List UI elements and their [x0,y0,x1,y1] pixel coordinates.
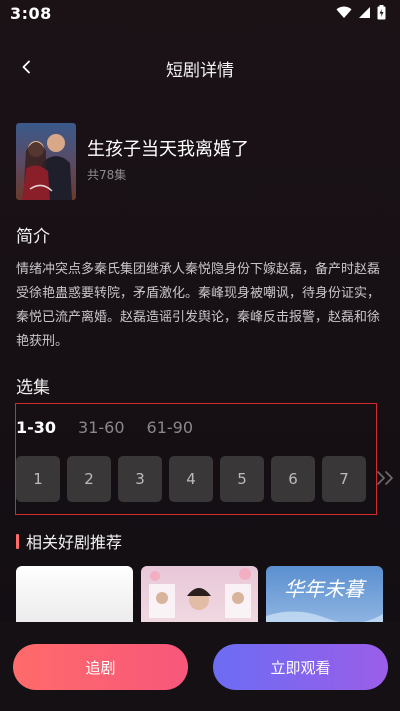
battery-icon [377,5,386,20]
episode-button-6[interactable]: 6 [271,456,315,502]
episodes-heading: 选集 [16,378,50,398]
episode-range-tabs: 1-30 31-60 61-90 [16,418,215,437]
episode-button-7[interactable]: 7 [322,456,366,502]
status-bar: 3:08 [0,0,400,28]
double-chevron-right-icon [377,471,393,485]
drama-title: 生孩子当天我离婚了 [87,139,249,160]
episode-count: 共78集 [87,168,127,182]
bottom-action-bar: 追剧 立即观看 [0,622,400,711]
follow-button[interactable]: 追剧 [13,644,188,690]
episode-button-5[interactable]: 5 [220,456,264,502]
synopsis-text: 情绪冲突点多秦氏集团继承人秦悦隐身份下嫁赵磊，备产时赵磊受徐艳蛊惑要转院，矛盾激… [16,262,381,349]
tab-range-31-60[interactable]: 31-60 [78,418,125,437]
related-heading: 相关好剧推荐 [16,529,122,553]
episode-button-4[interactable]: 4 [169,456,213,502]
wifi-icon [336,6,352,18]
tab-range-1-30[interactable]: 1-30 [16,418,56,437]
episode-button-3[interactable]: 3 [118,456,162,502]
heading-accent-bar [16,533,19,549]
synopsis-heading: 简介 [16,227,50,247]
more-episodes-button[interactable] [375,469,397,487]
episode-button-2[interactable]: 2 [67,456,111,502]
related-poster-3-title: 华年未暮 [284,577,367,601]
status-time: 3:08 [10,4,52,23]
page-title: 短剧详情 [166,61,234,81]
tab-range-61-90[interactable]: 61-90 [147,418,194,437]
top-bar: 短剧详情 [0,44,400,90]
status-icons [336,5,386,20]
drama-poster[interactable] [16,123,76,200]
watch-now-button[interactable]: 立即观看 [213,644,388,690]
episode-button-1[interactable]: 1 [16,456,60,502]
episode-list: 1 2 3 4 5 6 7 [16,456,373,502]
signal-icon [359,7,370,18]
